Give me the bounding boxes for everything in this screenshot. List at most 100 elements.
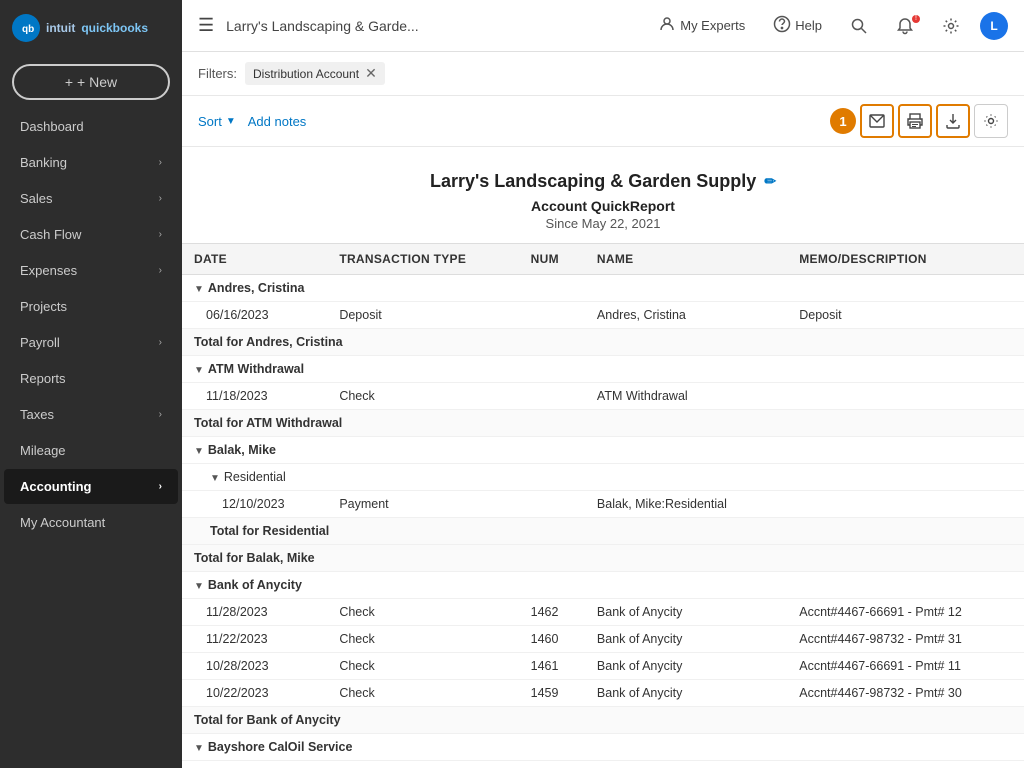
chevron-right-icon: › [159, 157, 162, 168]
new-button-label: + New [77, 74, 117, 90]
sidebar-item-myaccountant[interactable]: My Accountant [4, 505, 178, 540]
notification-badge: ! [912, 15, 920, 23]
sidebar-item-banking[interactable]: Banking › [4, 145, 178, 180]
topbar: ☰ Larry's Landscaping & Garde... My Expe… [182, 0, 1024, 52]
table-row: ▼Bank of Anycity [182, 572, 1024, 599]
col-name: NAME [585, 244, 787, 275]
table-row[interactable]: 10/28/2023Check1461Bank of AnycityAccnt#… [182, 653, 1024, 680]
person-icon [658, 15, 676, 36]
my-experts-label: My Experts [680, 18, 745, 33]
sidebar-item-mileage[interactable]: Mileage [4, 433, 178, 468]
edit-company-icon[interactable]: ✏ [764, 173, 776, 190]
filter-chip: Distribution Account ✕ [245, 62, 385, 85]
sidebar-logo: qb intuit quickbooks [0, 0, 182, 56]
sidebar-label-projects: Projects [20, 299, 67, 314]
chevron-right-icon: › [159, 265, 162, 276]
sidebar-label-myaccountant: My Accountant [20, 515, 105, 530]
table-header-row: DATE TRANSACTION TYPE NUM NAME MEMO/DESC… [182, 244, 1024, 275]
report-table-body: ▼Andres, Cristina06/16/2023DepositAndres… [182, 275, 1024, 768]
search-button[interactable] [842, 13, 876, 39]
add-notes-button[interactable]: Add notes [248, 114, 307, 129]
table-row: ▼ATM Withdrawal [182, 356, 1024, 383]
hamburger-menu-icon[interactable]: ☰ [198, 15, 214, 36]
sort-label: Sort [198, 114, 222, 129]
sidebar-label-cashflow: Cash Flow [20, 227, 81, 242]
svg-text:qb: qb [22, 24, 34, 35]
new-button[interactable]: + + New [12, 64, 170, 100]
help-button[interactable]: Help [765, 11, 830, 40]
table-row[interactable]: 11/28/2023Check1462Bank of AnycityAccnt#… [182, 599, 1024, 626]
group-total-row: Total for Bank of Anycity [182, 707, 1024, 734]
sidebar-nav: Dashboard Banking › Sales › Cash Flow › … [0, 108, 182, 541]
quickbooks-brand-text: intuit [46, 21, 75, 35]
report-subtitle: Since May 22, 2021 [202, 216, 1004, 231]
sidebar-item-taxes[interactable]: Taxes › [4, 397, 178, 432]
group-total-row: Total for ATM Withdrawal [182, 410, 1024, 437]
col-transaction-type: TRANSACTION TYPE [327, 244, 518, 275]
chevron-right-icon: › [159, 337, 162, 348]
export-button[interactable] [936, 104, 970, 138]
report-company-name: Larry's Landscaping & Garden Supply ✏ [202, 171, 1004, 192]
group-total-row: Total for Residential [182, 518, 1024, 545]
sidebar-item-cashflow[interactable]: Cash Flow › [4, 217, 178, 252]
table-row[interactable]: 10/22/2023Check1459Bank of AnycityAccnt#… [182, 680, 1024, 707]
email-button[interactable] [860, 104, 894, 138]
table-row: ▼Bayshore CalOil Service [182, 734, 1024, 761]
table-row: ▼Residential [182, 464, 1024, 491]
filters-bar: Filters: Distribution Account ✕ [182, 52, 1024, 96]
col-num: NUM [519, 244, 585, 275]
main-content: ☰ Larry's Landscaping & Garde... My Expe… [182, 0, 1024, 768]
filter-chip-text: Distribution Account [253, 67, 359, 81]
sidebar: qb intuit quickbooks + + New Dashboard B… [0, 0, 182, 768]
notifications-button[interactable]: ! [888, 13, 922, 39]
sidebar-label-banking: Banking [20, 155, 67, 170]
sidebar-item-expenses[interactable]: Expenses › [4, 253, 178, 288]
sidebar-item-sales[interactable]: Sales › [4, 181, 178, 216]
sort-button[interactable]: Sort ▼ [198, 114, 236, 129]
plus-icon: + [65, 74, 73, 90]
help-icon [773, 15, 791, 36]
report-title: Account QuickReport [202, 198, 1004, 214]
chevron-right-icon: › [159, 229, 162, 240]
toolbar: Sort ▼ Add notes 1 [182, 96, 1024, 147]
quickbooks-logo-icon: qb [12, 14, 40, 42]
sidebar-label-reports: Reports [20, 371, 66, 386]
sidebar-label-taxes: Taxes [20, 407, 54, 422]
filters-label: Filters: [198, 66, 237, 81]
settings-button[interactable] [934, 13, 968, 39]
table-row[interactable]: 06/16/2023DepositAndres, CristinaDeposit [182, 302, 1024, 329]
help-label: Help [795, 18, 822, 33]
sidebar-label-sales: Sales [20, 191, 53, 206]
col-date: DATE [182, 244, 327, 275]
sidebar-item-reports[interactable]: Reports [4, 361, 178, 396]
sidebar-item-dashboard[interactable]: Dashboard [4, 109, 178, 144]
sidebar-item-projects[interactable]: Projects [4, 289, 178, 324]
report-table: DATE TRANSACTION TYPE NUM NAME MEMO/DESC… [182, 243, 1024, 768]
step-badge: 1 [830, 108, 856, 134]
sidebar-label-dashboard: Dashboard [20, 119, 84, 134]
table-row: ▼Andres, Cristina [182, 275, 1024, 302]
table-row[interactable]: 11/29/2023Check1112Bayshore CalOil Servi… [182, 761, 1024, 768]
report-header: Larry's Landscaping & Garden Supply ✏ Ac… [182, 147, 1024, 243]
table-row: ▼Balak, Mike [182, 437, 1024, 464]
company-name: Larry's Landscaping & Garde... [226, 18, 638, 34]
col-memo: MEMO/DESCRIPTION [787, 244, 1024, 275]
table-row[interactable]: 12/10/2023PaymentBalak, Mike:Residential [182, 491, 1024, 518]
table-row[interactable]: 11/22/2023Check1460Bank of AnycityAccnt#… [182, 626, 1024, 653]
user-avatar[interactable]: L [980, 12, 1008, 40]
group-total-row: Total for Balak, Mike [182, 545, 1024, 572]
sort-chevron-icon: ▼ [226, 116, 236, 127]
table-row[interactable]: 11/18/2023CheckATM Withdrawal [182, 383, 1024, 410]
report-settings-button[interactable] [974, 104, 1008, 138]
print-button[interactable] [898, 104, 932, 138]
sidebar-item-payroll[interactable]: Payroll › [4, 325, 178, 360]
group-total-row: Total for Andres, Cristina [182, 329, 1024, 356]
report-content: Filters: Distribution Account ✕ Sort ▼ A… [182, 52, 1024, 768]
filter-chip-remove[interactable]: ✕ [365, 65, 377, 82]
chevron-right-icon: › [159, 481, 162, 492]
sidebar-label-expenses: Expenses [20, 263, 77, 278]
my-experts-button[interactable]: My Experts [650, 11, 753, 40]
chevron-right-icon: › [159, 409, 162, 420]
sidebar-item-accounting[interactable]: Accounting › [4, 469, 178, 504]
sidebar-label-payroll: Payroll [20, 335, 60, 350]
